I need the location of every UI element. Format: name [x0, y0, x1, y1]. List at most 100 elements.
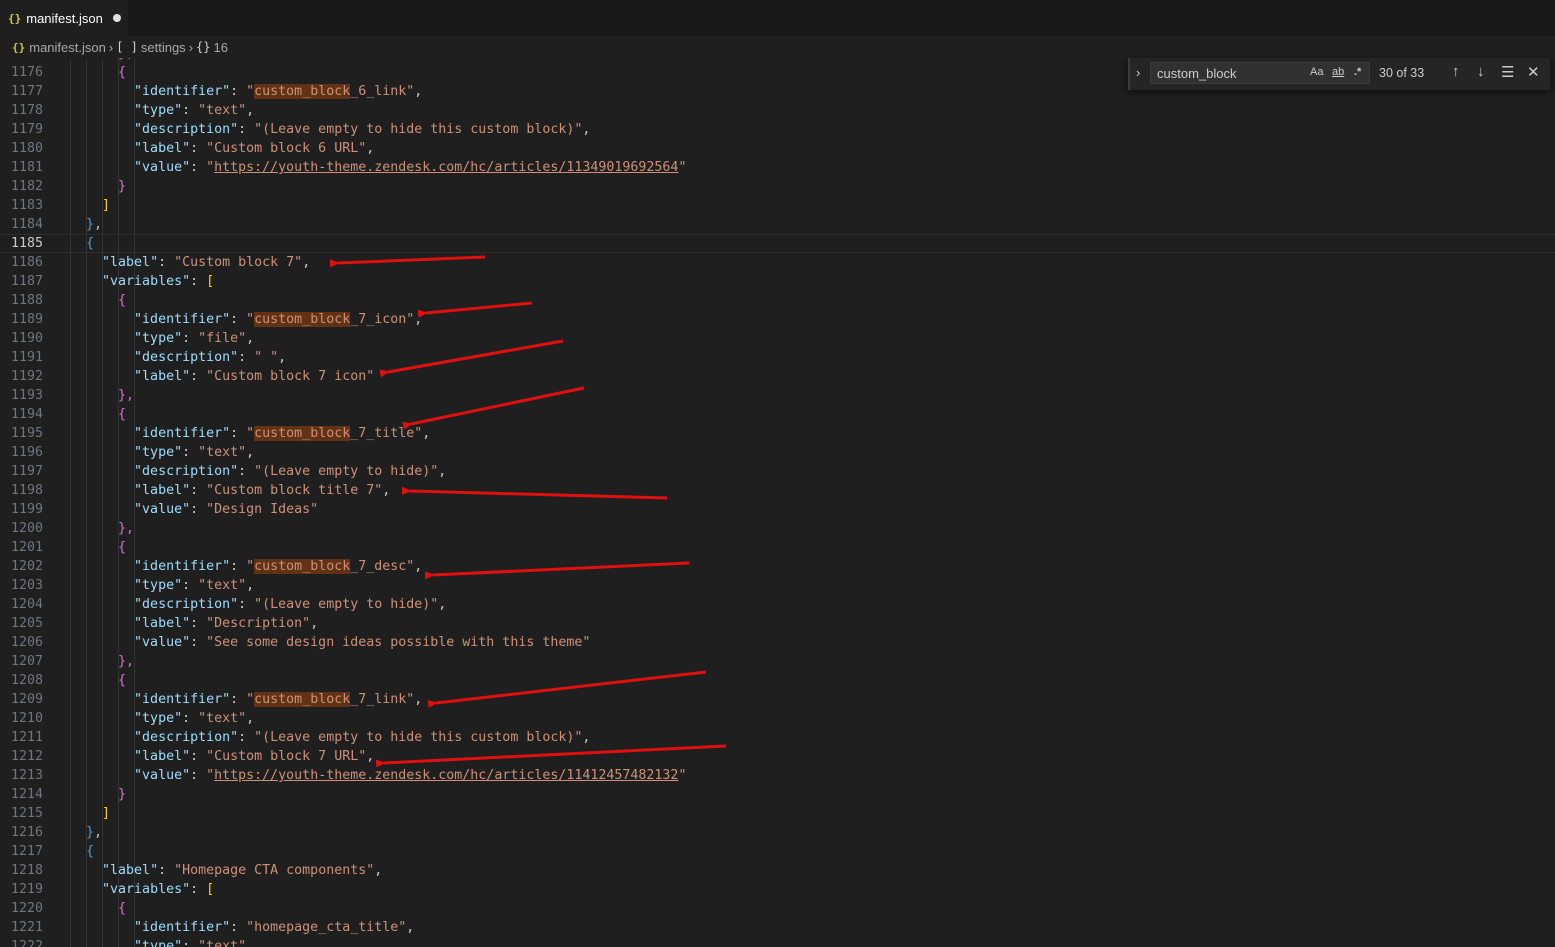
object-icon: {}	[196, 40, 211, 54]
code-token: },	[118, 388, 135, 403]
tab-manifest-json[interactable]: {} manifest.json	[0, 0, 128, 36]
code-line[interactable]: 1182 }	[0, 177, 1555, 196]
code-token: },	[118, 521, 135, 536]
code-line[interactable]: 1184 },	[0, 215, 1555, 234]
code-token: "type"	[134, 445, 183, 460]
breadcrumb-file[interactable]: manifest.json	[29, 40, 106, 55]
code-token: "text"	[198, 103, 247, 118]
line-number: 1198	[10, 483, 43, 498]
code-line[interactable]: 1214 }	[0, 785, 1555, 804]
code-line[interactable]: 1198 "label": "Custom block title 7",	[0, 481, 1555, 500]
code-line[interactable]: 1194 {	[0, 405, 1555, 424]
code-token: ,	[366, 141, 375, 156]
code-token: "description"	[134, 464, 239, 479]
arrow-up-icon[interactable]: ↑	[1452, 63, 1460, 80]
code-line[interactable]: 1199 "value": "Design Ideas"	[0, 500, 1555, 519]
code-lines: 1175 },1176 {1177 "identifier": "custom_…	[0, 58, 1555, 947]
line-number: 1219	[10, 882, 43, 897]
unsaved-dot-icon[interactable]	[112, 14, 121, 22]
code-line[interactable]: 1191 "description": " ",	[0, 348, 1555, 367]
code-content: {	[70, 842, 94, 861]
code-line[interactable]: 1180 "label": "Custom block 6 URL",	[0, 139, 1555, 158]
code-line[interactable]: 1210 "type": "text",	[0, 709, 1555, 728]
toggle-replace-chevron-icon[interactable]: ›	[1136, 65, 1140, 80]
code-content: "label": "Custom block 7 URL",	[70, 747, 374, 766]
code-line[interactable]: 1195 "identifier": "custom_block_7_title…	[0, 424, 1555, 443]
use-regex-icon[interactable]: .*	[1354, 66, 1361, 78]
match-case-icon[interactable]: Aa	[1310, 66, 1323, 78]
line-number: 1209	[10, 692, 43, 707]
code-line[interactable]: 1196 "type": "text",	[0, 443, 1555, 462]
arrow-down-icon[interactable]: ↓	[1477, 63, 1485, 80]
line-number: 1218	[10, 863, 43, 878]
breadcrumb-settings[interactable]: settings	[141, 40, 186, 55]
code-content: ]	[70, 804, 110, 823]
code-line[interactable]: 1193 },	[0, 386, 1555, 405]
code-token: "	[246, 312, 255, 327]
code-line[interactable]: 1217 {	[0, 842, 1555, 861]
code-line[interactable]: 1190 "type": "file",	[0, 329, 1555, 348]
find-in-selection-icon[interactable]: ☰	[1501, 63, 1514, 81]
code-line[interactable]: 1183 ]	[0, 196, 1555, 215]
code-line[interactable]: 1188 {	[0, 291, 1555, 310]
code-token: "Custom block 7 icon"	[206, 369, 375, 384]
code-line[interactable]: 1181 "value": "https://youth-theme.zende…	[0, 158, 1555, 177]
code-line[interactable]: 1207 },	[0, 652, 1555, 671]
line-number: 1199	[10, 502, 43, 517]
line-number: 1203	[10, 578, 43, 593]
code-line[interactable]: 1215 ]	[0, 804, 1555, 823]
code-line[interactable]: 1189 "identifier": "custom_block_7_icon"…	[0, 310, 1555, 329]
code-line[interactable]: 1218 "label": "Homepage CTA components",	[0, 861, 1555, 880]
code-line[interactable]: 1186 "label": "Custom block 7",	[0, 253, 1555, 272]
code-line[interactable]: 1213 "value": "https://youth-theme.zende…	[0, 766, 1555, 785]
code-line[interactable]: 1212 "label": "Custom block 7 URL",	[0, 747, 1555, 766]
code-line[interactable]: 1179 "description": "(Leave empty to hid…	[0, 120, 1555, 139]
code-line[interactable]: 1221 "identifier": "homepage_cta_title",	[0, 918, 1555, 937]
code-line[interactable]: 1219 "variables": [	[0, 880, 1555, 899]
code-content: "label": "Homepage CTA components",	[70, 861, 382, 880]
code-line[interactable]: 1197 "description": "(Leave empty to hid…	[0, 462, 1555, 481]
code-line[interactable]: 1211 "description": "(Leave empty to hid…	[0, 728, 1555, 747]
match-whole-word-icon[interactable]: ab	[1332, 66, 1344, 78]
code-line[interactable]: 1203 "type": "text",	[0, 576, 1555, 595]
code-line[interactable]: 1204 "description": "(Leave empty to hid…	[0, 595, 1555, 614]
code-token: :	[190, 483, 207, 498]
code-token: _7_icon"	[350, 312, 415, 327]
code-line[interactable]: 1206 "value": "See some design ideas pos…	[0, 633, 1555, 652]
code-line[interactable]: 1220 {	[0, 899, 1555, 918]
code-line[interactable]: 1192 "label": "Custom block 7 icon"	[0, 367, 1555, 386]
code-line[interactable]: 1200 },	[0, 519, 1555, 538]
line-number: 1189	[10, 312, 43, 327]
code-line[interactable]: 1187 "variables": [	[0, 272, 1555, 291]
code-line[interactable]: 1201 {	[0, 538, 1555, 557]
code-token: }	[86, 825, 95, 840]
code-line[interactable]: 1222 "type": "text",	[0, 937, 1555, 947]
code-token: :	[190, 635, 207, 650]
code-line[interactable]: 1216 },	[0, 823, 1555, 842]
code-token: ,	[246, 103, 255, 118]
breadcrumb-index[interactable]: 16	[213, 40, 227, 55]
code-editor[interactable]: 1175 },1176 {1177 "identifier": "custom_…	[0, 58, 1555, 947]
code-content: "identifier": "custom_block_7_title",	[70, 424, 430, 443]
code-line[interactable]: 1208 {	[0, 671, 1555, 690]
code-line[interactable]: 1202 "identifier": "custom_block_7_desc"…	[0, 557, 1555, 576]
code-token: }	[118, 179, 127, 194]
code-line[interactable]: 1178 "type": "text",	[0, 101, 1555, 120]
code-token: :	[182, 939, 199, 947]
code-content: },	[70, 215, 102, 234]
code-line[interactable]: 1209 "identifier": "custom_block_7_link"…	[0, 690, 1555, 709]
breadcrumb-separator-icon: ›	[108, 39, 114, 55]
code-token: "type"	[134, 103, 183, 118]
code-token: :	[230, 559, 247, 574]
code-line[interactable]: 1185 {	[0, 234, 1555, 253]
code-token: "(Leave empty to hide this custom block)…	[254, 730, 583, 745]
code-token: }	[118, 787, 127, 802]
code-line[interactable]: 1205 "label": "Description",	[0, 614, 1555, 633]
code-token: "identifier"	[134, 920, 231, 935]
close-icon[interactable]: ✕	[1527, 63, 1540, 81]
code-token: "label"	[102, 863, 159, 878]
